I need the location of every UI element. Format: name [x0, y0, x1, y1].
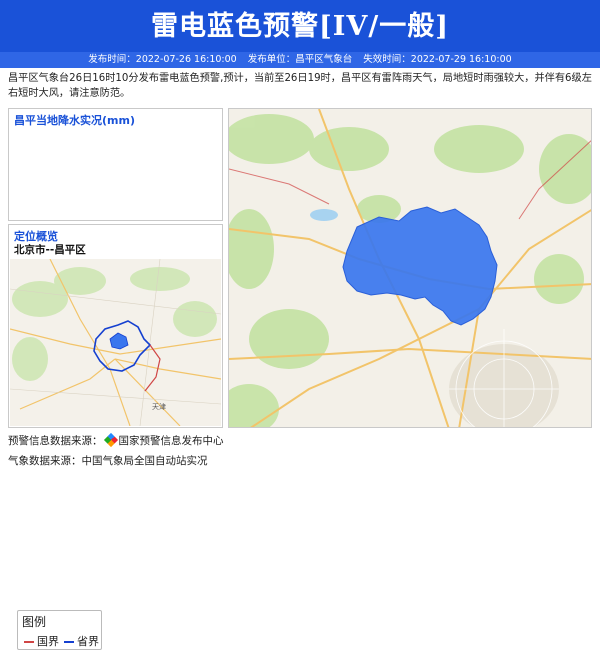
location-panel: 定位概览 北京市--昌平区 天津 图例 国界 省界 [8, 224, 223, 650]
warning-center-logo-icon [103, 432, 118, 448]
district-map-canvas[interactable] [229, 109, 592, 428]
alert-description: 昌平区气象台26日16时10分发布雷电蓝色预警,预计，当前至26日19时，昌平区… [8, 73, 592, 99]
overview-map[interactable]: 天津 [10, 259, 221, 426]
legend-item-national: 国界 [24, 633, 59, 649]
issuer: 发布单位：昌平区气象台 [247, 54, 353, 65]
district-map[interactable] [228, 108, 592, 428]
alert-title: 雷电蓝色预警[IV/一般] [151, 11, 449, 42]
warning-source-name[interactable]: 国家预警信息发布中心 [119, 435, 224, 447]
weather-source: 气象数据来源：中国气象局全国自动站实况 [8, 455, 208, 467]
rain-panel: 昌平当地降水实况(mm) [8, 108, 223, 221]
issue-time: 发布时间：2022-07-26 16:10:00 [88, 54, 237, 65]
legend-title: 图例 [22, 615, 47, 629]
rain-panel-title: 昌平当地降水实况(mm) [14, 114, 135, 127]
expire-time: 失效时间：2022-07-29 16:10:00 [363, 54, 512, 65]
tianjin-label: 天津 [152, 403, 166, 411]
warning-source: 预警信息数据来源： 国家预警信息发布中心 [8, 432, 224, 448]
location-subtitle: 北京市--昌平区 [14, 244, 86, 256]
national-boundary-swatch-icon [24, 641, 34, 643]
header-bar: 雷电蓝色预警[IV/一般] [0, 0, 600, 52]
map-legend: 图例 国界 省界 [17, 610, 102, 650]
province-boundary-swatch-icon [64, 641, 74, 643]
legend-item-province: 省界 [64, 633, 99, 649]
alert-meta-bar: 发布时间：2022-07-26 16:10:00 发布单位：昌平区气象台 失效时… [0, 52, 600, 68]
